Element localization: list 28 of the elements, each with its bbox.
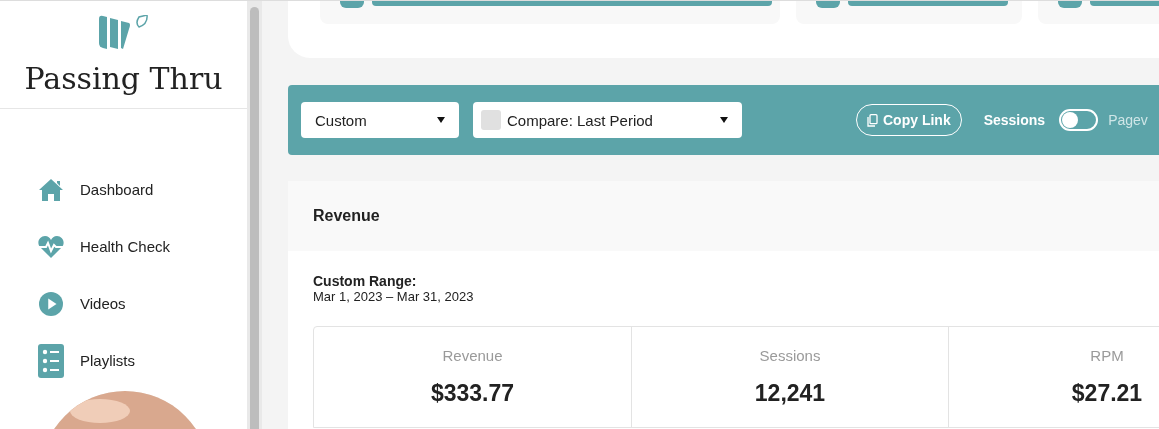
caret-icon xyxy=(720,117,728,123)
range-dates: Mar 1, 2023 – Mar 31, 2023 xyxy=(313,289,475,304)
checkbox[interactable] xyxy=(481,110,501,130)
metric-value: 12,241 xyxy=(754,380,826,407)
nav-item[interactable]: Health Check xyxy=(38,218,247,275)
panel-title: Revenue xyxy=(313,207,380,225)
range-label: Custom Range: xyxy=(313,273,418,289)
toggle-label: Sessions xyxy=(983,112,1046,128)
range-dropdown[interactable]: Custom xyxy=(301,102,459,138)
metric-value: $333.77 xyxy=(430,380,515,407)
toggle-label: Pagev xyxy=(1108,112,1148,128)
caret-icon xyxy=(437,117,445,123)
metric-value: $27.21 xyxy=(1071,380,1143,407)
logo-icon xyxy=(98,15,149,49)
nav-item[interactable]: Playlists xyxy=(38,332,247,389)
metric-label: Sessions xyxy=(759,347,821,364)
compare-dropdown[interactable]: Compare: Last Period xyxy=(473,102,742,138)
home-icon xyxy=(38,177,64,202)
metric-label: Revenue xyxy=(442,347,503,364)
list-icon xyxy=(38,343,64,378)
nav-item[interactable]: Videos xyxy=(38,275,247,332)
metric-label: RPM xyxy=(1090,347,1124,364)
copy-icon xyxy=(867,113,878,127)
metric-toggle[interactable] xyxy=(1059,109,1099,131)
scrollbar-thumb[interactable] xyxy=(250,7,259,429)
heartbeat-icon xyxy=(38,234,64,259)
nav-item[interactable]: Dashboard xyxy=(38,161,247,218)
play-icon xyxy=(38,291,64,316)
